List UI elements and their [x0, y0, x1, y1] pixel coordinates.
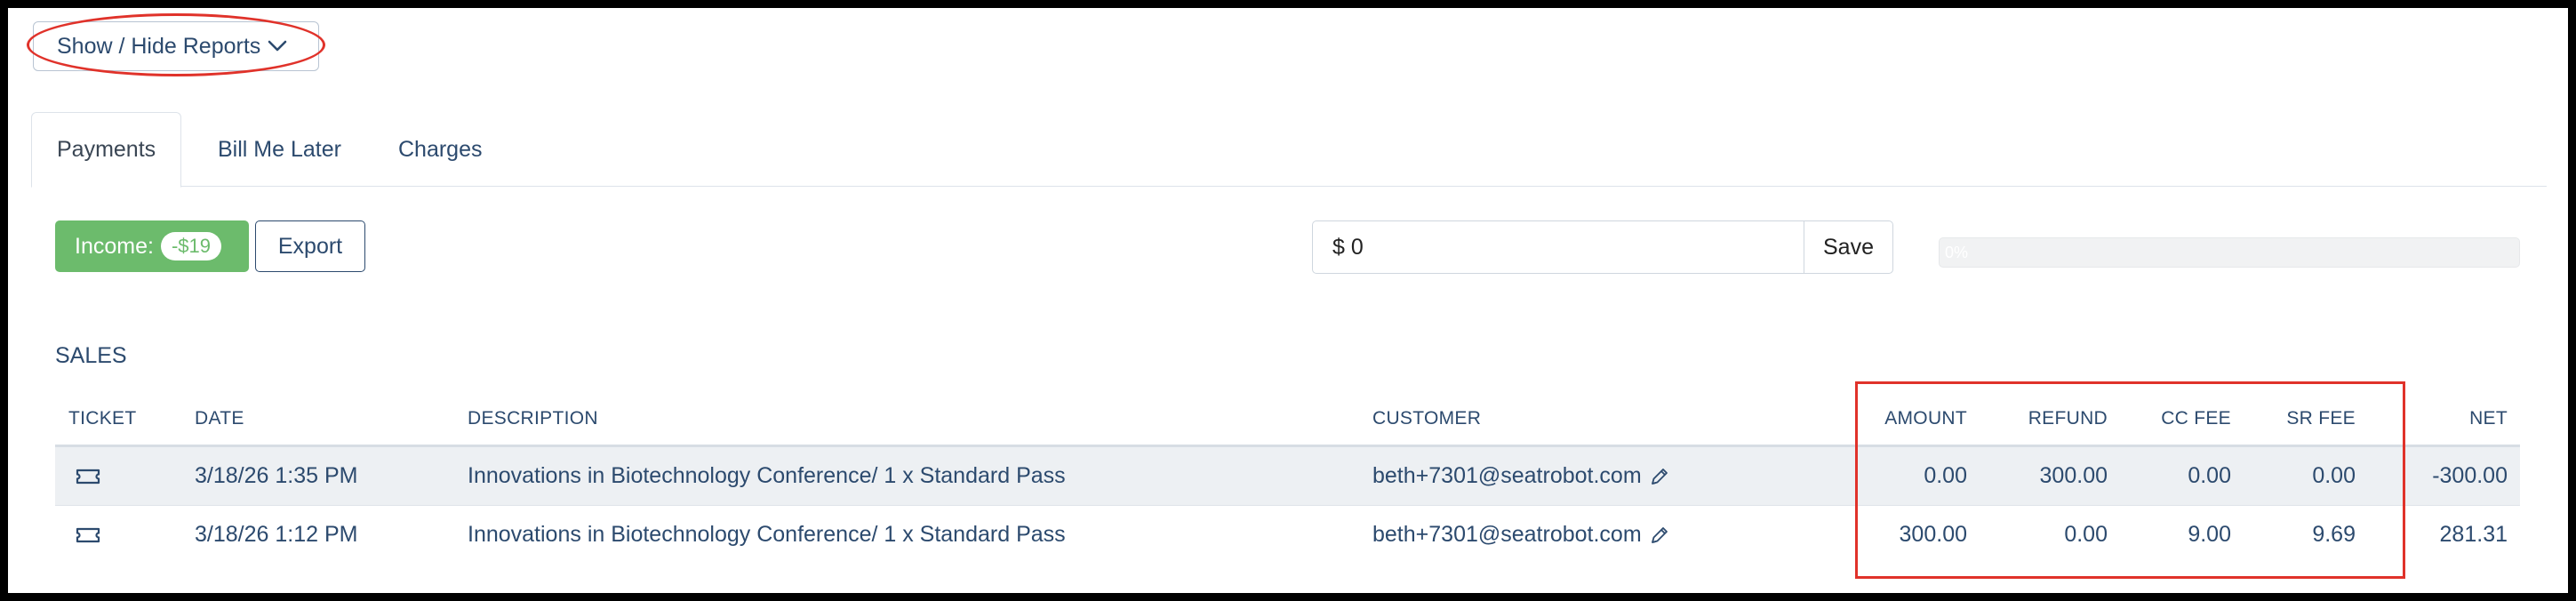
progress-bar: 0%	[1939, 237, 2520, 268]
column-header-net: NET	[2469, 408, 2508, 429]
pencil-icon[interactable]	[1649, 525, 1670, 546]
sr-fee-cell: 0.00	[2312, 463, 2356, 488]
tab-bill-me-later[interactable]: Bill Me Later	[218, 112, 341, 187]
income-badge: -$19	[160, 232, 221, 260]
tab-charges[interactable]: Charges	[398, 112, 483, 187]
column-header-sr-fee: SR FEE	[2286, 408, 2356, 429]
income-label: Income:	[75, 233, 154, 259]
column-header-date: DATE	[195, 408, 244, 429]
refund-cell: 0.00	[2064, 522, 2108, 547]
sales-title: SALES	[55, 343, 127, 368]
app-frame: Show / Hide Reports Payments Bill Me Lat…	[8, 8, 2568, 593]
table-row: 3/18/26 1:35 PM Innovations in Biotechno…	[55, 447, 2520, 506]
table-row: 3/18/26 1:12 PM Innovations in Biotechno…	[55, 506, 2520, 564]
date-cell: 3/18/26 1:12 PM	[195, 522, 358, 547]
column-header-ticket: TICKET	[68, 408, 137, 429]
export-button[interactable]: Export	[255, 220, 365, 272]
tab-bar: Payments Bill Me Later Charges	[31, 112, 2547, 188]
cc-fee-cell: 9.00	[2188, 522, 2231, 547]
description-cell: Innovations in Biotechnology Conference/…	[468, 522, 1066, 547]
column-header-amount: AMOUNT	[1884, 408, 1967, 429]
column-header-refund: REFUND	[2028, 408, 2108, 429]
amount-input[interactable]: $ 0	[1312, 220, 1805, 274]
description-cell: Innovations in Biotechnology Conference/…	[468, 463, 1066, 488]
show-hide-reports-label: Show / Hide Reports	[57, 33, 261, 59]
pencil-icon[interactable]	[1649, 466, 1670, 487]
chevron-down-icon	[268, 40, 287, 52]
ticket-icon[interactable]	[75, 468, 101, 485]
save-button[interactable]: Save	[1804, 220, 1893, 274]
sr-fee-cell: 9.69	[2312, 522, 2356, 547]
customer-cell: beth+7301@seatrobot.com	[1372, 506, 1670, 564]
date-cell: 3/18/26 1:35 PM	[195, 463, 358, 488]
refund-cell: 300.00	[2039, 463, 2108, 488]
customer-email[interactable]: beth+7301@seatrobot.com	[1372, 522, 1642, 548]
net-cell: 281.31	[2439, 522, 2508, 547]
ticket-cell[interactable]	[75, 447, 101, 505]
tab-charges-label: Charges	[398, 136, 483, 162]
customer-email[interactable]: beth+7301@seatrobot.com	[1372, 463, 1642, 489]
progress-label: 0%	[1945, 244, 1969, 261]
show-hide-reports-button[interactable]: Show / Hide Reports	[33, 21, 319, 71]
column-header-cc-fee: CC FEE	[2161, 408, 2231, 429]
ticket-cell[interactable]	[75, 506, 101, 564]
customer-cell: beth+7301@seatrobot.com	[1372, 447, 1670, 505]
amount-cell: 0.00	[1924, 463, 1967, 488]
cc-fee-cell: 0.00	[2188, 463, 2231, 488]
tab-payments[interactable]: Payments	[31, 112, 182, 188]
tab-payments-label: Payments	[57, 137, 156, 162]
amount-cell: 300.00	[1899, 522, 1967, 547]
ticket-icon[interactable]	[75, 526, 101, 544]
tab-bill-me-later-label: Bill Me Later	[218, 136, 341, 162]
column-header-customer: CUSTOMER	[1372, 408, 1482, 429]
net-cell: -300.00	[2432, 463, 2508, 488]
income-button[interactable]: Income: -$19	[55, 220, 249, 272]
column-header-description: DESCRIPTION	[468, 408, 598, 429]
